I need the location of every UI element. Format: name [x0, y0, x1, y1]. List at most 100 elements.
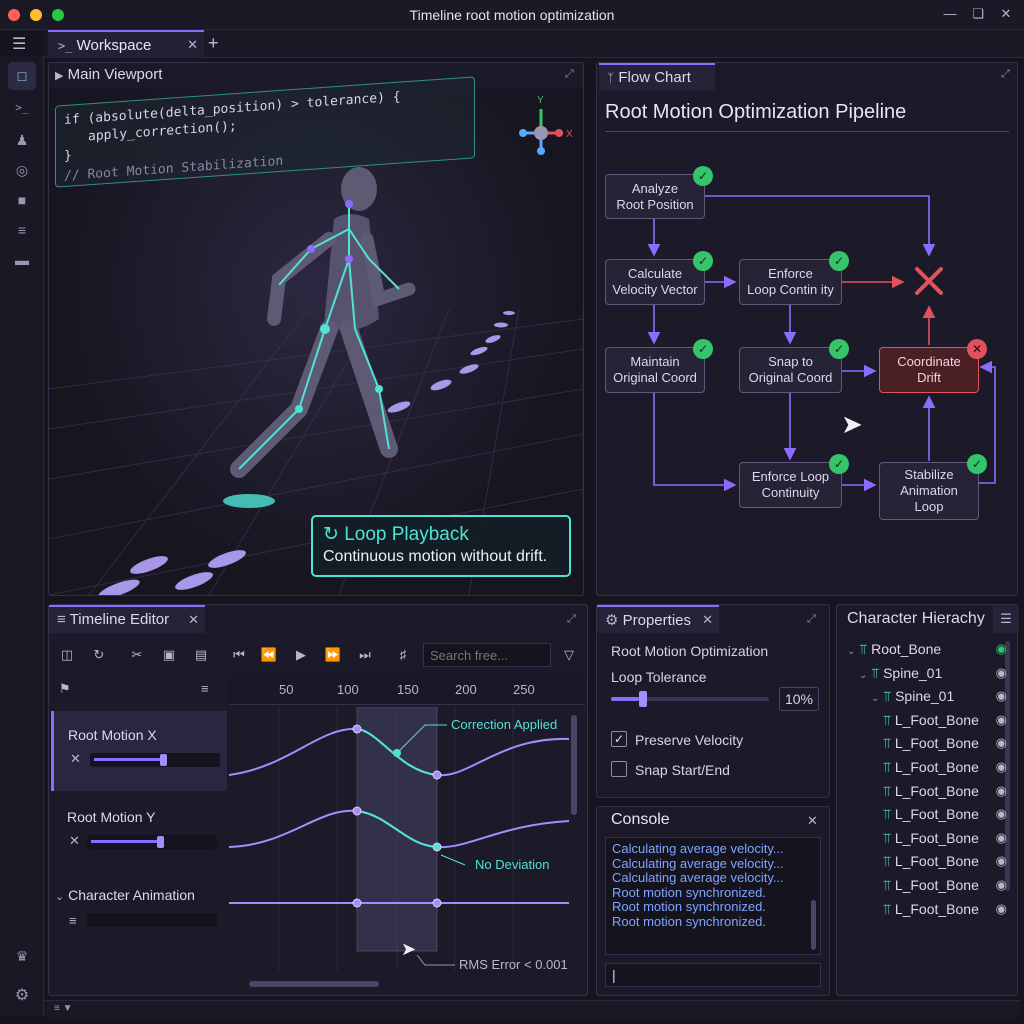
scissors-icon[interactable]: ✂: [125, 643, 149, 667]
close-icon[interactable]: ✕: [996, 6, 1016, 24]
filter-icon[interactable]: ▽: [557, 643, 581, 667]
restore-icon[interactable]: ❏: [968, 6, 988, 24]
snap-start-end-checkbox[interactable]: [611, 761, 627, 777]
hierarchy-item[interactable]: ⫪ L_Foot_Bone ◉: [837, 877, 1017, 899]
slider-handle[interactable]: [157, 836, 164, 848]
crop-icon[interactable]: ▣: [157, 643, 181, 667]
eye-icon[interactable]: ◉: [996, 806, 1007, 822]
hierarchy-item[interactable]: ⫪ L_Foot_Bone ◉: [837, 783, 1017, 805]
hierarchy-item[interactable]: ⌄ ⫪ Spine_01 ◉: [837, 688, 1017, 710]
play-icon[interactable]: ▶: [55, 70, 63, 82]
puzzle-icon[interactable]: ■: [8, 186, 36, 214]
console-scrollbar[interactable]: [811, 900, 816, 950]
node-calculate-velocity[interactable]: Calculate Velocity Vector: [605, 259, 705, 305]
chevron-down-icon[interactable]: ⌄: [847, 646, 855, 657]
hierarchy-item[interactable]: ⌄ ⫪ Root_Bone ◉: [837, 641, 1017, 663]
eye-icon[interactable]: ◉: [996, 735, 1007, 751]
track-root-motion-y[interactable]: Root Motion Y ✕: [51, 793, 227, 873]
eye-icon[interactable]: ◉: [996, 759, 1007, 775]
track-root-motion-x[interactable]: Root Motion X ✕: [51, 711, 227, 791]
folder-icon[interactable]: ▬: [8, 246, 36, 274]
hierarchy-item[interactable]: ⫪ L_Foot_Bone ◉: [837, 735, 1017, 757]
tab-properties[interactable]: ⚙ Properties ✕: [597, 605, 719, 633]
expand-icon[interactable]: ⤢: [567, 613, 576, 626]
tab-timeline-editor[interactable]: ≡ Timeline Editor ✕: [49, 605, 205, 633]
eye-icon[interactable]: ◉: [996, 783, 1007, 799]
status-icon[interactable]: ≡ ▼: [54, 1003, 73, 1014]
eye-icon[interactable]: ◉: [996, 665, 1007, 681]
hamburger-menu-icon[interactable]: ☰: [993, 605, 1019, 633]
new-tab-button[interactable]: +: [208, 33, 219, 54]
play-icon[interactable]: ▶: [289, 643, 313, 667]
eye-icon[interactable]: ◉: [996, 853, 1007, 869]
gear-icon[interactable]: ⚙: [8, 982, 36, 1010]
loop-tolerance-slider[interactable]: [611, 691, 769, 707]
chevron-down-icon[interactable]: ⌄: [871, 693, 879, 704]
users-icon[interactable]: ♟: [8, 126, 36, 154]
hierarchy-item[interactable]: ⫪ L_Foot_Bone ◉: [837, 712, 1017, 734]
eye-icon[interactable]: ◉: [996, 901, 1007, 917]
node-coordinate-drift[interactable]: Coordinate Drift: [879, 347, 979, 393]
node-enforce-loop-continuity[interactable]: Enforce Loop Contin ity: [739, 259, 842, 305]
node-analyze-root-position[interactable]: Analyze Root Position: [605, 174, 705, 219]
chevron-down-icon[interactable]: ⌄: [55, 891, 64, 903]
accounts-icon[interactable]: ♛: [8, 942, 36, 970]
snap-icon[interactable]: ▤: [189, 643, 213, 667]
menu-icon[interactable]: ☰: [12, 34, 26, 54]
slider-handle[interactable]: [639, 691, 647, 707]
eye-icon[interactable]: ◉: [996, 712, 1007, 728]
eye-icon[interactable]: ◉: [996, 641, 1007, 657]
time-ruler[interactable]: 50 100 150 200 250: [229, 677, 585, 705]
close-tab-icon[interactable]: ✕: [187, 37, 198, 53]
expand-icon[interactable]: ⤢: [807, 613, 816, 626]
timeline-search-input[interactable]: [423, 643, 551, 667]
step-forward-icon[interactable]: ⏩: [321, 643, 345, 667]
list-icon[interactable]: ≡: [8, 216, 36, 244]
track-slider[interactable]: [87, 913, 217, 927]
slider-handle[interactable]: [160, 754, 167, 766]
globe-icon[interactable]: ◎: [8, 156, 36, 184]
refresh-icon[interactable]: ↻: [87, 643, 111, 667]
minimize-icon[interactable]: —: [940, 6, 960, 24]
console-input[interactable]: |: [605, 963, 821, 987]
mute-x-icon[interactable]: ✕: [70, 751, 81, 767]
curve-area[interactable]: Correction Applied No Deviation RMS Erro…: [228, 706, 570, 991]
hierarchy-item[interactable]: ⫪ L_Foot_Bone ◉: [837, 901, 1017, 923]
close-tab-icon[interactable]: ✕: [702, 612, 713, 628]
hierarchy-item[interactable]: ⌄ ⫪ Spine_01 ◉: [837, 665, 1017, 687]
skip-start-icon[interactable]: ⏮: [227, 643, 251, 667]
eye-icon[interactable]: ◉: [996, 830, 1007, 846]
track-slider[interactable]: [90, 753, 220, 767]
hierarchy-item[interactable]: ⫪ L_Foot_Bone ◉: [837, 759, 1017, 781]
vertical-scrollbar[interactable]: [571, 715, 577, 815]
close-icon[interactable]: ✕: [807, 813, 818, 829]
close-tab-icon[interactable]: ✕: [188, 612, 199, 628]
hierarchy-item[interactable]: ⫪ L_Foot_Bone ◉: [837, 830, 1017, 852]
track-character-animation[interactable]: ⌄ Character Animation ≡: [51, 879, 227, 949]
rewind-icon[interactable]: ⏪: [257, 643, 281, 667]
terminal-icon[interactable]: >_: [8, 94, 36, 122]
expand-icon[interactable]: ⤢: [565, 68, 574, 81]
node-stabilize-animation-loop[interactable]: Stabilize Animation Loop: [879, 462, 979, 520]
font-icon[interactable]: ♯: [391, 643, 415, 667]
tab-workspace[interactable]: >_ Workspace ✕: [48, 30, 204, 58]
node-maintain-original-coord[interactable]: Maintain Original Coord: [605, 347, 705, 393]
pin-icon[interactable]: ⚑: [59, 681, 71, 697]
eye-icon[interactable]: ◉: [996, 688, 1007, 704]
mute-x-icon[interactable]: ✕: [69, 833, 80, 849]
settings-sliders-icon[interactable]: ≡: [201, 681, 209, 696]
loop-tolerance-value[interactable]: 10%: [779, 687, 819, 711]
node-snap-to-original-coord[interactable]: Snap to Original Coord: [739, 347, 842, 393]
open-icon[interactable]: ◫: [55, 643, 79, 667]
console-line: Calculating average velocity...: [612, 855, 784, 871]
eye-icon[interactable]: ◉: [996, 877, 1007, 893]
preserve-velocity-checkbox[interactable]: ✓: [611, 731, 627, 747]
chevron-down-icon[interactable]: ⌄: [859, 670, 867, 681]
hierarchy-item[interactable]: ⫪ L_Foot_Bone ◉: [837, 853, 1017, 875]
horizontal-scrollbar[interactable]: [249, 981, 379, 987]
hierarchy-item[interactable]: ⫪ L_Foot_Bone ◉: [837, 806, 1017, 828]
node-enforce-loop-continuity-2[interactable]: Enforce Loop Continuity: [739, 462, 842, 508]
skip-end-icon[interactable]: ⏭: [353, 643, 377, 667]
file-icon[interactable]: □: [8, 62, 36, 90]
track-slider[interactable]: [87, 835, 217, 849]
